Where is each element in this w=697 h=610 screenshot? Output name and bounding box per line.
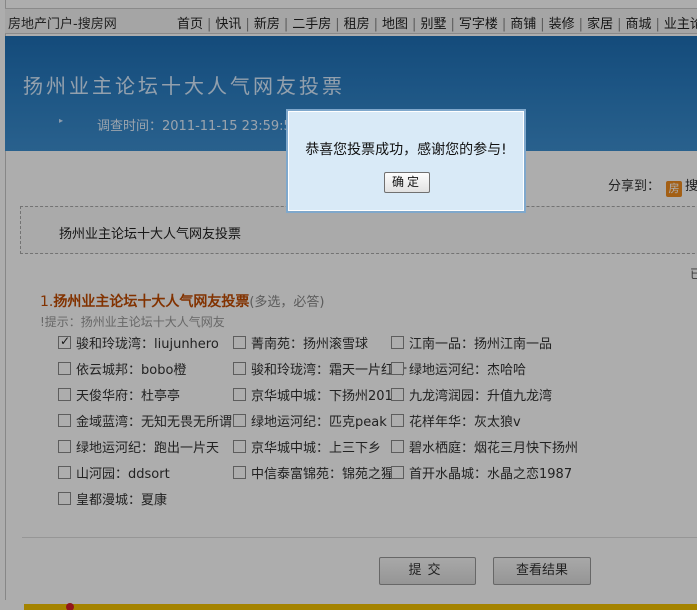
modal-overlay bbox=[0, 0, 697, 610]
dialog-ok-button[interactable]: 确定 bbox=[384, 172, 430, 193]
vote-success-dialog: 恭喜您投票成功，感谢您的参与! 确定 bbox=[286, 109, 526, 213]
dialog-message: 恭喜您投票成功，感谢您的参与! bbox=[305, 142, 507, 158]
